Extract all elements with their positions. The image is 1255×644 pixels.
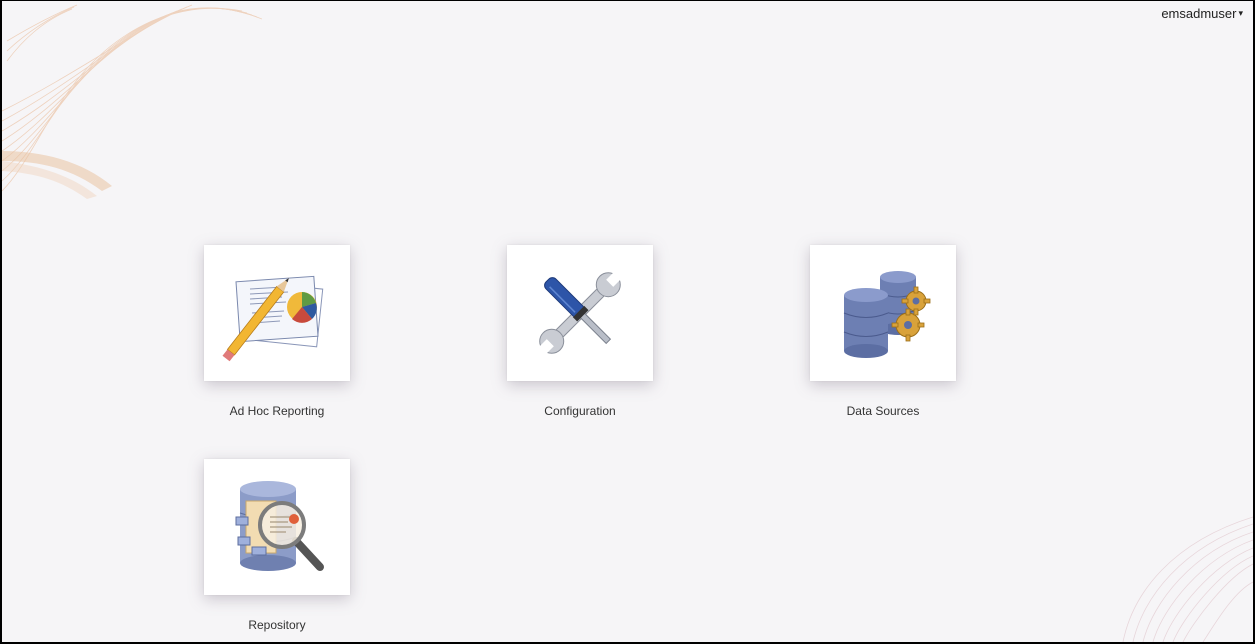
repository-icon <box>235 481 324 571</box>
tile-label: Repository <box>248 618 306 632</box>
chevron-down-icon: ▾ <box>1238 8 1243 18</box>
tile-card[interactable] <box>204 245 350 381</box>
tile-card[interactable] <box>507 245 653 381</box>
app-window: emsadmuser ▾ Ad Hoc Reporting Configurat… <box>0 0 1255 644</box>
tile-card[interactable] <box>810 245 956 381</box>
user-menu[interactable]: emsadmuser ▾ <box>1161 6 1243 21</box>
database-gear-icon <box>843 271 931 358</box>
tile-repository[interactable]: Repository <box>162 459 392 642</box>
decorative-swirl <box>1122 516 1253 642</box>
tile-data-sources[interactable]: Data Sources <box>768 245 998 445</box>
report-icon <box>222 275 324 362</box>
username-label: emsadmuser <box>1161 6 1237 21</box>
tile-label: Ad Hoc Reporting <box>229 404 325 418</box>
tile-card[interactable] <box>204 459 350 595</box>
decorative-swirl <box>2 4 262 199</box>
tools-icon <box>538 271 622 355</box>
tile-configuration[interactable]: Configuration <box>465 245 695 445</box>
tile-label: Data Sources <box>846 404 920 418</box>
tile-label: Configuration <box>544 404 616 418</box>
tile-ad-hoc-reporting[interactable]: Ad Hoc Reporting <box>162 245 392 445</box>
